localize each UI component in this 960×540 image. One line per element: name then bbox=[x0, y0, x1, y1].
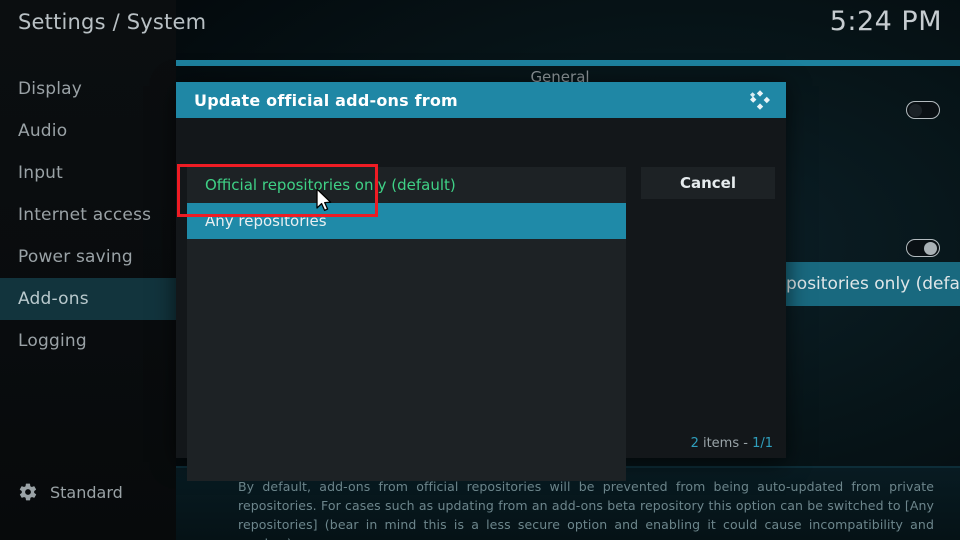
sidebar-category-list: Display Audio Input Internet access Powe… bbox=[0, 68, 176, 362]
sidebar-item-label: Input bbox=[18, 163, 64, 183]
sidebar-item-label: Internet access bbox=[18, 205, 152, 225]
sidebar-item-label: Audio bbox=[18, 121, 68, 141]
sidebar-item-label: Power saving bbox=[18, 247, 133, 267]
update-source-dialog: Update official add-ons from Official re… bbox=[176, 82, 786, 481]
sidebar-item-label: Logging bbox=[18, 331, 87, 351]
sidebar-item-audio[interactable]: Audio bbox=[0, 110, 176, 152]
sidebar-item-add-ons[interactable]: Add-ons bbox=[0, 278, 176, 320]
option-list: Official repositories only (default) Any… bbox=[187, 167, 626, 481]
sidebar-item-input[interactable]: Input bbox=[0, 152, 176, 194]
option-label: Any repositories bbox=[205, 212, 327, 230]
settings-level-button[interactable]: Standard bbox=[18, 482, 123, 502]
cancel-button[interactable]: Cancel bbox=[641, 167, 775, 199]
sidebar-item-logging[interactable]: Logging bbox=[0, 320, 176, 362]
toggle-auto-updates[interactable] bbox=[906, 101, 940, 119]
toggle-knob bbox=[924, 241, 937, 255]
dialog-body: Official repositories only (default) Any… bbox=[176, 118, 786, 481]
sidebar-item-internet-access[interactable]: Internet access bbox=[0, 194, 176, 236]
dialog-title: Update official add-ons from bbox=[194, 90, 458, 110]
items-count-page: 1/1 bbox=[752, 436, 773, 451]
sidebar-item-label: Display bbox=[18, 79, 83, 99]
mouse-pointer-icon bbox=[316, 188, 334, 214]
kodi-logo-icon bbox=[748, 88, 772, 112]
option-any-repositories[interactable]: Any repositories bbox=[187, 203, 626, 239]
settings-level-label: Standard bbox=[50, 482, 123, 502]
items-count-label: 2 items - 1/1 bbox=[691, 436, 773, 451]
toggle-knob bbox=[909, 103, 922, 117]
items-count-separator: items - bbox=[698, 436, 753, 451]
dialog-titlebar: Update official add-ons from bbox=[176, 82, 786, 118]
option-official-repositories-only[interactable]: Official repositories only (default) bbox=[187, 167, 626, 203]
gear-icon bbox=[18, 482, 38, 502]
sidebar-item-label: Add-ons bbox=[18, 289, 89, 309]
kodi-settings-screen: Settings / System 5:24 PM Display Audio … bbox=[0, 0, 960, 540]
sidebar-item-power-saving[interactable]: Power saving bbox=[0, 236, 176, 278]
description-text: By default, add-ons from official reposi… bbox=[238, 479, 934, 540]
toggle-secondary[interactable] bbox=[906, 239, 940, 257]
sidebar-item-display[interactable]: Display bbox=[0, 68, 176, 110]
tab-bar-accent bbox=[176, 60, 960, 66]
items-count-total: 2 bbox=[690, 436, 699, 451]
